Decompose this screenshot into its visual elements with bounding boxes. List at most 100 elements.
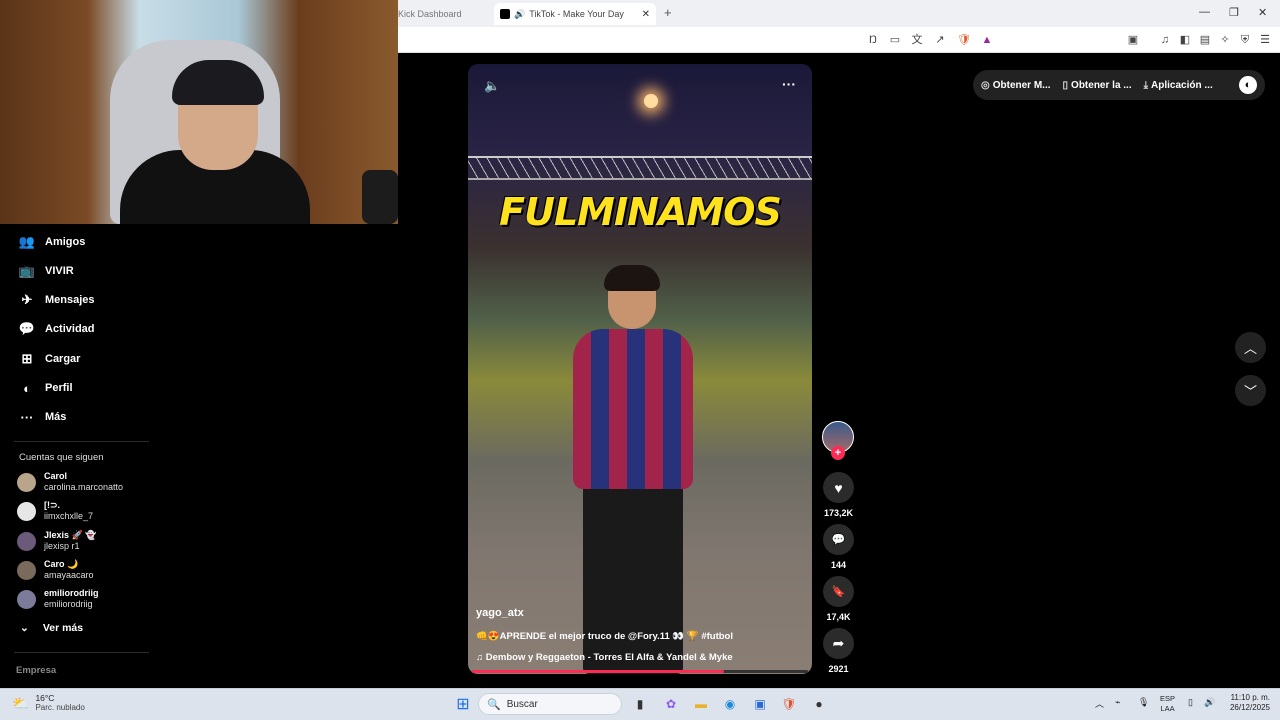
tray-chevron-icon[interactable]: ︿ bbox=[1095, 697, 1104, 710]
sidebar-toggle-icon[interactable]: ◧ bbox=[1178, 33, 1192, 47]
sidebar-item-label: VIVIR bbox=[45, 265, 74, 277]
user-avatar[interactable]: ◐ bbox=[1239, 76, 1257, 94]
list-item[interactable]: Carol carolina.marconatto bbox=[17, 468, 123, 496]
list-item[interactable]: emiliorodriig emiliorodriig bbox=[17, 585, 99, 613]
like-button[interactable]: ♥ bbox=[823, 472, 854, 503]
see-more-button[interactable]: ⌄ Ver más bbox=[20, 622, 83, 634]
wallet-icon[interactable]: ▤ bbox=[1198, 33, 1212, 47]
previous-video-button[interactable]: ︿ bbox=[1235, 332, 1266, 363]
save-button[interactable]: 🔖 bbox=[823, 576, 854, 607]
screen: { "browser": { "tabs": [ {"label": "Kick… bbox=[0, 0, 1280, 720]
desktop-app-button[interactable]: ⤓ Aplicación ... bbox=[1144, 80, 1213, 91]
download-icon: ⤓ bbox=[1143, 79, 1149, 91]
time: 11:10 p. m. bbox=[1230, 693, 1270, 702]
clock[interactable]: 11:10 p. m. 26/12/2025 bbox=[1224, 693, 1270, 713]
sidebar-item-mas[interactable]: ··· Más bbox=[18, 407, 67, 427]
file-explorer-icon[interactable]: ▬ bbox=[691, 694, 711, 714]
company-link[interactable]: Empresa bbox=[16, 665, 56, 676]
sidebar-item-label: Más bbox=[45, 411, 67, 423]
tab-search-icon[interactable]: ▣ bbox=[1126, 33, 1140, 47]
close-window-button[interactable]: ✕ bbox=[1258, 6, 1267, 19]
avatar bbox=[17, 501, 36, 521]
start-button[interactable]: ⊞ bbox=[453, 694, 473, 714]
share-icon[interactable]: ↗ bbox=[933, 33, 947, 47]
sidebar-item-label: Amigos bbox=[45, 236, 86, 248]
microphone-icon[interactable]: 🎙 bbox=[1138, 697, 1149, 708]
video-author[interactable]: yago_atx bbox=[476, 607, 524, 619]
video-person bbox=[558, 265, 708, 674]
video-more-icon[interactable]: ··· bbox=[782, 76, 796, 92]
list-item[interactable]: [!⊃. iimxchxlle_7 bbox=[17, 497, 93, 525]
sidebar-item-actividad[interactable]: 💬 Actividad bbox=[18, 319, 95, 339]
sidebar-item-perfil[interactable]: ◐ Perfil bbox=[18, 378, 72, 398]
cast-icon[interactable]: ▭ bbox=[888, 33, 902, 47]
account-handle: jlexisp r1 bbox=[44, 541, 80, 551]
volume-icon[interactable]: 🔊 bbox=[1204, 697, 1215, 708]
account-handle: emiliorodriig bbox=[44, 599, 93, 609]
mute-icon[interactable]: 🔈 bbox=[484, 78, 500, 94]
weather-condition: Parc. nublado bbox=[35, 703, 85, 712]
brave-icon[interactable]: 🛡 bbox=[779, 694, 799, 714]
tab-kick-dashboard[interactable]: Kick Dashboard bbox=[398, 3, 490, 25]
maximize-button[interactable]: ❐ bbox=[1229, 6, 1239, 19]
sidebar-item-mensajes[interactable]: ✈ Mensajes bbox=[18, 290, 95, 310]
list-item[interactable]: Caro 🌙 amayaacaro bbox=[17, 556, 94, 584]
translate-icon[interactable]: 文 bbox=[910, 33, 924, 47]
speaker-icon[interactable]: 🔊 bbox=[514, 9, 525, 20]
next-video-button[interactable]: ﹀ bbox=[1235, 375, 1266, 406]
bookmark-icon: 🔖 bbox=[831, 586, 846, 598]
list-item[interactable]: Jlexis 🚀 👻 jlexisp r1 bbox=[17, 527, 96, 555]
share-count: 2921 bbox=[828, 664, 849, 674]
network-icon[interactable]: ⌁ bbox=[1115, 697, 1120, 708]
leo-icon[interactable]: ✧ bbox=[1218, 33, 1232, 47]
language-indicator[interactable]: ESP LAA bbox=[1160, 694, 1175, 714]
share-button[interactable]: ➦ bbox=[823, 628, 854, 659]
date: 26/12/2025 bbox=[1229, 703, 1270, 712]
minimize-button[interactable]: — bbox=[1199, 6, 1210, 18]
copilot-icon[interactable]: ✿ bbox=[661, 694, 681, 714]
reader-icon[interactable]: Ŋ bbox=[866, 33, 880, 47]
sidebar-item-label: Actividad bbox=[45, 323, 95, 335]
close-tab-icon[interactable]: ✕ bbox=[642, 9, 650, 20]
task-view-icon[interactable]: ▮ bbox=[630, 694, 650, 714]
person-shirt bbox=[573, 329, 693, 489]
store-icon[interactable]: ▣ bbox=[750, 694, 770, 714]
video-player[interactable]: FULMINAMOS bbox=[468, 64, 812, 674]
tab-tiktok[interactable]: 🔊 TikTok - Make Your Day ✕ bbox=[494, 3, 656, 25]
sidebar-item-vivir[interactable]: 📺 VIVIR bbox=[18, 261, 74, 281]
edge-icon[interactable]: ◉ bbox=[720, 694, 740, 714]
brave-shield-icon[interactable]: 🛡 bbox=[957, 33, 971, 47]
app-icon[interactable]: ● bbox=[809, 694, 829, 714]
divider bbox=[14, 652, 149, 653]
account-handle: amayaacaro bbox=[44, 570, 94, 580]
follow-plus-icon[interactable]: + bbox=[831, 446, 845, 460]
video-progress-fill bbox=[472, 670, 724, 673]
sidebar-item-label: Mensajes bbox=[45, 294, 95, 306]
video-music[interactable]: ♫ Dembow y Reggaeton - Torres El Alfa & … bbox=[476, 652, 733, 663]
search-placeholder: Buscar bbox=[506, 698, 538, 710]
chevron-up-icon: ︿ bbox=[1243, 341, 1257, 356]
temperature: 16°C bbox=[35, 693, 55, 703]
sidebar-item-amigos[interactable]: 👥 Amigos bbox=[18, 232, 85, 252]
taskbar-search[interactable]: 🔍 Buscar bbox=[478, 693, 622, 715]
lang-layout: LAA bbox=[1160, 704, 1175, 713]
media-icon[interactable]: ♫ bbox=[1158, 33, 1172, 47]
messages-icon: ✈ bbox=[21, 292, 33, 307]
get-coins-label: Obtener M... bbox=[992, 79, 1051, 91]
sidebar-item-cargar[interactable]: ⊞ Cargar bbox=[18, 349, 81, 369]
get-coins-button[interactable]: ◎ Obtener M... bbox=[981, 80, 1051, 91]
new-tab-button[interactable]: + bbox=[664, 5, 672, 20]
weather-widget[interactable]: ⛅ 16°C Parc. nublado bbox=[12, 693, 85, 713]
video-progress-bar[interactable] bbox=[472, 670, 808, 673]
microphone bbox=[362, 170, 398, 224]
wifi-icon[interactable]: ▯ bbox=[1188, 697, 1193, 708]
menu-icon[interactable]: ☰ bbox=[1258, 33, 1272, 47]
rewards-icon[interactable]: ▲ bbox=[980, 33, 994, 47]
avatar bbox=[17, 560, 36, 580]
get-app-button[interactable]: ▯ Obtener la ... bbox=[1063, 80, 1132, 91]
account-handle: carolina.marconatto bbox=[44, 482, 124, 492]
see-more-label: Ver más bbox=[42, 622, 84, 634]
activity-icon: 💬 bbox=[18, 321, 36, 336]
comment-button[interactable]: 💬 bbox=[823, 524, 854, 555]
vpn-icon[interactable]: ⛨ bbox=[1238, 33, 1252, 47]
